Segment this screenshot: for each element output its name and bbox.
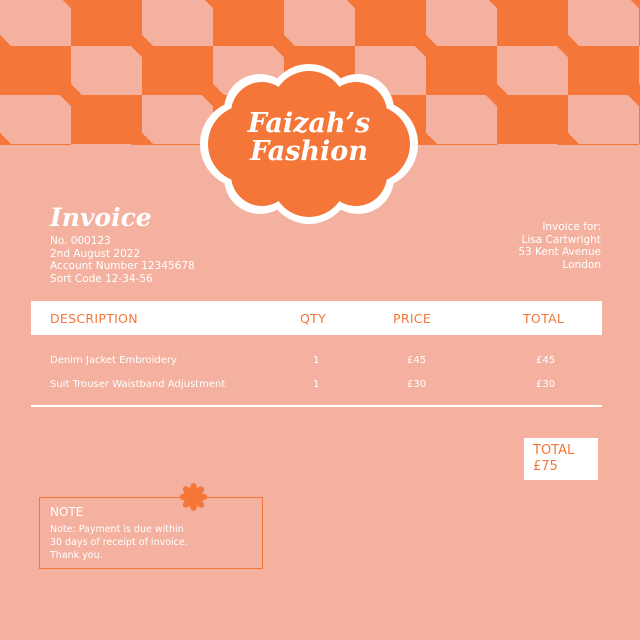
row-description: Suit Trouser Waistband Adjustment [50,379,226,390]
total-label: TOTAL [533,443,575,458]
table-body: Denim Jacket Embroidery 1 £45 £45 Suit T… [31,355,602,403]
note-line: Note: Payment is due within [50,524,184,535]
header-description: DESCRIPTION [50,311,138,326]
header-qty: QTY [300,311,327,326]
table-row: Denim Jacket Embroidery 1 £45 £45 [31,355,602,379]
note-box: NOTE Note: Payment is due within 30 days… [39,497,263,569]
note-line: 30 days of receipt of invoice. [50,537,188,548]
row-price: £45 [407,355,427,366]
row-qty: 1 [313,355,320,366]
table-row: Suit Trouser Waistband Adjustment 1 £30 … [31,379,602,403]
row-total: £30 [536,379,556,390]
header-total: TOTAL [523,311,565,326]
total-value: £75 [533,459,558,474]
brand-name-line1: Faizah’s [247,108,371,139]
brand-name: Faizah’s Fashion [198,110,420,166]
note-line: Thank you. [50,550,103,561]
table-header: DESCRIPTION QTY PRICE TOTAL [31,301,602,335]
sort-code: Sort Code 12-34-56 [50,272,153,285]
recipient-address-line2: London [562,258,602,271]
row-qty: 1 [313,379,320,390]
recipient-block: Invoice for: Lisa Cartwright 53 Kent Ave… [518,221,601,271]
row-price: £30 [407,379,427,390]
brand-name-line2: Fashion [250,136,368,167]
recipient-label: Invoice for: [542,221,601,233]
note-title: NOTE [50,505,84,519]
table-divider [31,405,602,407]
recipient-address-line1: 53 Kent Avenue [518,246,601,258]
row-total: £45 [536,355,556,366]
invoice-meta: No. 000123 2nd August 2022 Account Numbe… [50,235,195,285]
note-text: Note: Payment is due within 30 days of r… [50,523,250,562]
invoice-number: No. 000123 [50,235,111,247]
invoice-date: 2nd August 2022 [50,247,141,260]
account-number: Account Number 12345678 [50,260,195,272]
invoice-title: Invoice [50,203,152,232]
recipient-name: Lisa Cartwright [521,233,601,246]
flower-icon [179,483,208,511]
header-price: PRICE [393,311,432,326]
total-box: TOTAL £75 [524,438,598,480]
row-description: Denim Jacket Embroidery [50,355,177,366]
brand-logo: Faizah’s Fashion [198,60,420,228]
